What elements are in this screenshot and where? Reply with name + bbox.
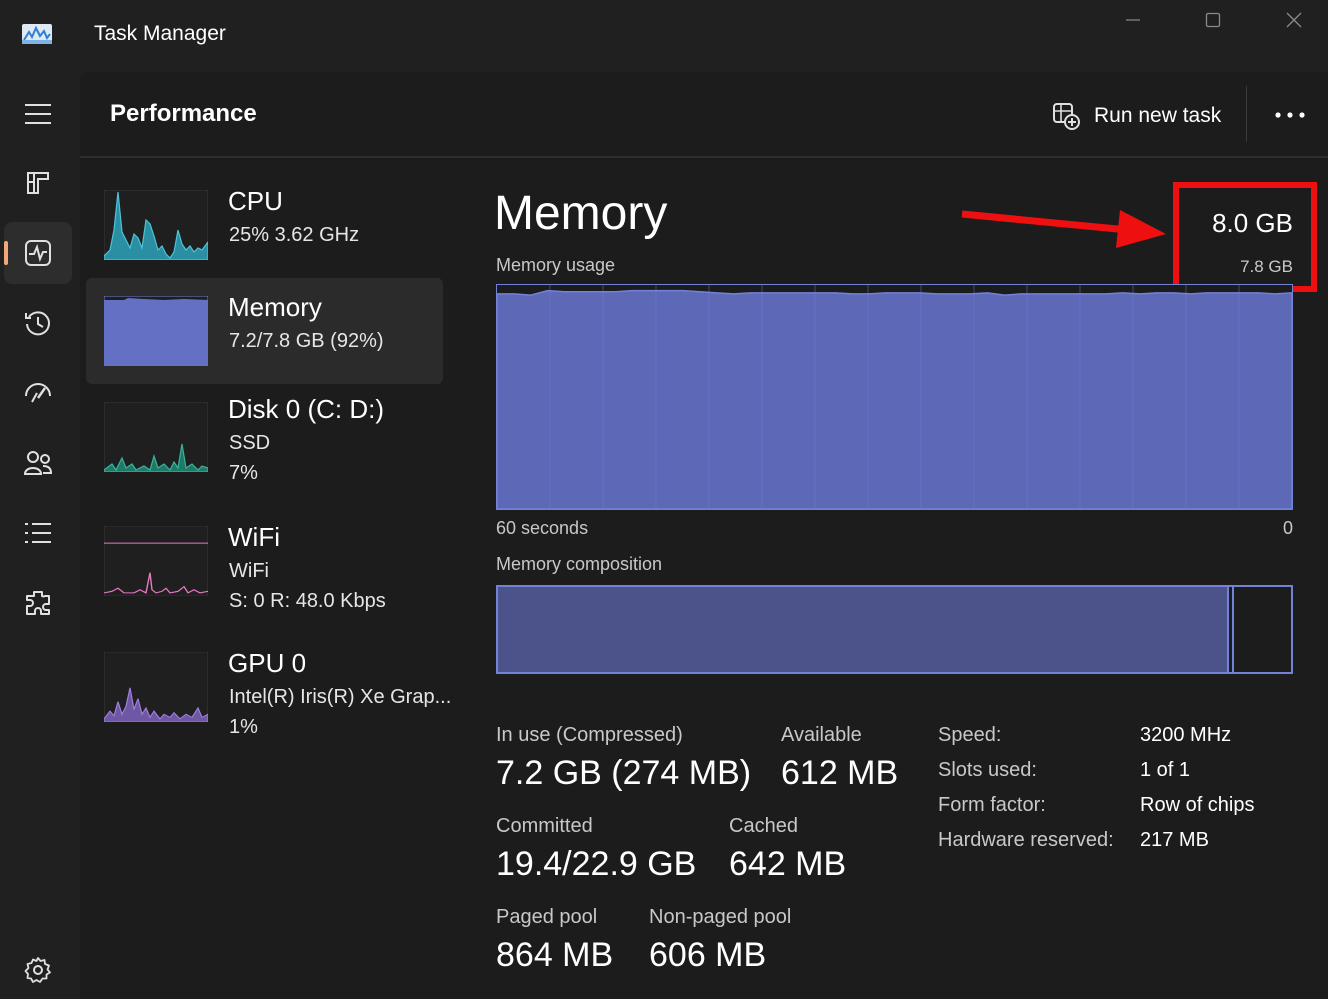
nav-item-performance[interactable] [4,222,72,284]
cpu-mini-graph [104,190,208,260]
app-title: Task Manager [94,22,226,45]
nav-item-settings[interactable] [4,939,72,999]
hamburger-menu-icon [25,104,51,124]
device-name: Disk 0 (C: D:) [228,394,384,424]
graph-time-end-label: 0 [1282,518,1293,538]
device-name: WiFi [228,522,280,552]
hardware-reserved-value: 217 MB [1140,829,1209,851]
device-item-wifi[interactable]: WiFi WiFi S: 0 R: 48.0 Kbps [86,510,443,616]
performance-icon [25,240,51,266]
hardware-reserved-label: Hardware reserved: [938,829,1114,851]
composition-in-use-segment [498,587,1229,672]
device-item-memory[interactable]: Memory 7.2/7.8 GB (92%) [86,278,443,384]
nav-rail [0,72,80,999]
in-use-label: In use (Compressed) [496,724,683,746]
minimize-button[interactable] [1093,0,1173,40]
paged-pool-label: Paged pool [496,906,598,928]
annotation-arrow [961,210,1166,248]
memory-usage-label: Memory usage [496,255,616,275]
form-factor-value: Row of chips [1140,794,1255,816]
device-item-gpu[interactable]: GPU 0 Intel(R) Iris(R) Xe Grap... 1% [86,636,451,742]
disk-mini-graph [104,402,208,472]
device-model: Intel(R) Iris(R) Xe Grap... [229,686,452,708]
device-name: GPU 0 [228,648,307,678]
page-header: Performance Run new task [80,72,1328,158]
wifi-mini-graph [104,526,208,596]
nav-item-app-history[interactable] [4,292,72,354]
speed-value: 3200 MHz [1140,724,1232,746]
nav-item-startup-apps[interactable] [4,362,72,424]
nav-menu-button[interactable] [4,83,72,145]
detail-title: Memory [494,187,668,240]
form-factor-label: Form factor: [938,794,1046,816]
graph-time-span-label: 60 seconds [496,518,589,538]
header-divider [1246,86,1247,142]
device-name: Memory [228,292,322,322]
committed-label: Committed [496,815,593,837]
details-icon [25,523,51,543]
memory-mini-graph [104,296,208,366]
maximize-button[interactable] [1173,0,1253,40]
available-value: 612 MB [781,754,899,792]
nav-item-details[interactable] [4,502,72,564]
slots-used-value: 1 of 1 [1140,759,1191,781]
run-new-task-button[interactable]: Run new task [1052,100,1221,132]
device-name: CPU [228,186,283,216]
speed-label: Speed: [938,724,1002,746]
memory-composition-label: Memory composition [496,554,663,574]
device-type: SSD [229,432,271,454]
device-item-cpu[interactable]: CPU 25% 3.62 GHz [86,172,443,278]
available-label: Available [781,724,862,746]
device-stat: 25% 3.62 GHz [229,224,360,246]
memory-composition-bar [496,585,1293,674]
memory-usage-area [497,289,1292,509]
device-stat: S: 0 R: 48.0 Kbps [229,590,386,612]
nav-item-users[interactable] [4,432,72,494]
page-title: Performance [110,100,257,127]
committed-value: 19.4/22.9 GB [496,845,697,883]
run-new-task-icon [1053,103,1080,130]
performance-panel: Performance Run new task CPU 25% 3.62 GH… [80,72,1328,999]
nav-item-services[interactable] [4,572,72,634]
nav-item-processes[interactable] [4,152,72,214]
more-options-icon [1275,112,1305,118]
services-icon [26,591,50,615]
startup-apps-icon [25,383,51,403]
device-stat: 7.2/7.8 GB (92%) [229,330,384,352]
device-stat: 7% [229,462,258,484]
device-item-disk[interactable]: Disk 0 (C: D:) SSD 7% [86,384,443,490]
slots-used-label: Slots used: [938,759,1037,781]
in-use-value: 7.2 GB (274 MB) [496,754,752,792]
composition-modified-segment [1229,587,1234,672]
title-bar: Task Manager [0,0,1328,72]
minimize-icon [1126,19,1140,21]
annotation-highlight-box [1173,182,1317,292]
close-icon [1286,12,1302,28]
run-new-task-label: Run new task [1094,104,1222,127]
maximize-icon [1205,12,1221,28]
memory-usage-graph [496,284,1293,510]
settings-icon [24,957,51,983]
non-paged-pool-value: 606 MB [649,936,767,974]
processes-icon [27,172,49,194]
non-paged-pool-label: Non-paged pool [649,906,792,928]
cached-label: Cached [729,815,798,837]
gpu-mini-graph [104,652,208,722]
close-button[interactable] [1254,0,1328,40]
task-manager-logo-icon [22,22,52,46]
paged-pool-value: 864 MB [496,936,614,974]
device-type: WiFi [229,560,269,582]
app-history-icon [25,311,50,336]
more-options-button[interactable] [1270,98,1310,132]
users-icon [23,451,53,475]
device-stat: 1% [229,716,258,738]
cached-value: 642 MB [729,845,847,883]
